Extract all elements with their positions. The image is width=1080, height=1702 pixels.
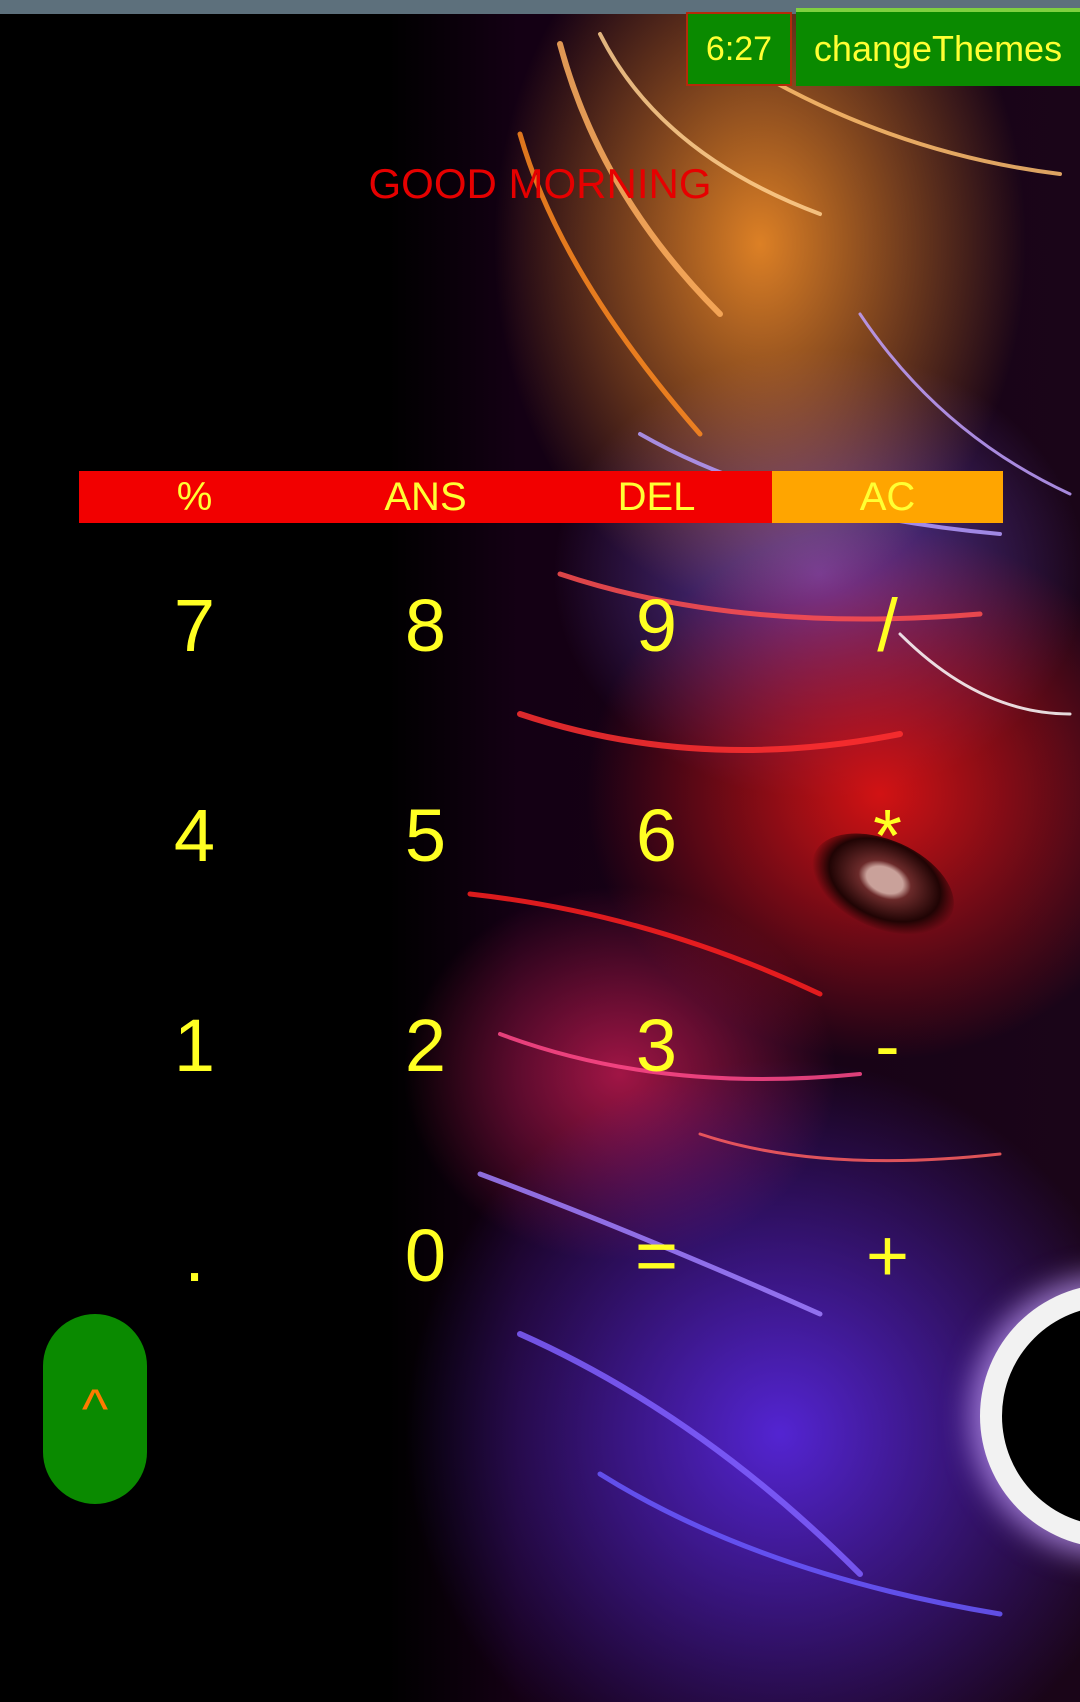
digit-8-key[interactable]: 8: [310, 520, 541, 730]
subtract-key[interactable]: -: [772, 940, 1003, 1150]
digit-7-key[interactable]: 7: [79, 520, 310, 730]
equals-key[interactable]: =: [541, 1150, 772, 1360]
add-key[interactable]: +: [772, 1150, 1003, 1360]
all-clear-key[interactable]: AC: [772, 471, 1003, 523]
digit-9-key[interactable]: 9: [541, 520, 772, 730]
time-button[interactable]: 6:27: [686, 12, 792, 86]
ans-key[interactable]: ANS: [310, 471, 541, 523]
keypad: 7 8 9 / 4 5 6 * 1 2 3 - . 0 = +: [79, 520, 1003, 1360]
digit-6-key[interactable]: 6: [541, 730, 772, 940]
greeting-text: GOOD MORNING: [368, 160, 712, 207]
multiply-key[interactable]: *: [772, 730, 1003, 940]
expand-up-button[interactable]: ^: [43, 1314, 147, 1504]
change-themes-button[interactable]: changeThemes: [796, 8, 1080, 86]
digit-4-key[interactable]: 4: [79, 730, 310, 940]
digit-1-key[interactable]: 1: [79, 940, 310, 1150]
delete-key[interactable]: DEL: [541, 471, 772, 523]
caret-up-icon: ^: [81, 1377, 109, 1441]
divide-key[interactable]: /: [772, 520, 1003, 730]
function-key-row: % ANS DEL AC: [79, 471, 1003, 523]
percent-key[interactable]: %: [79, 471, 310, 523]
digit-0-key[interactable]: 0: [310, 1150, 541, 1360]
digit-3-key[interactable]: 3: [541, 940, 772, 1150]
digit-2-key[interactable]: 2: [310, 940, 541, 1150]
digit-5-key[interactable]: 5: [310, 730, 541, 940]
